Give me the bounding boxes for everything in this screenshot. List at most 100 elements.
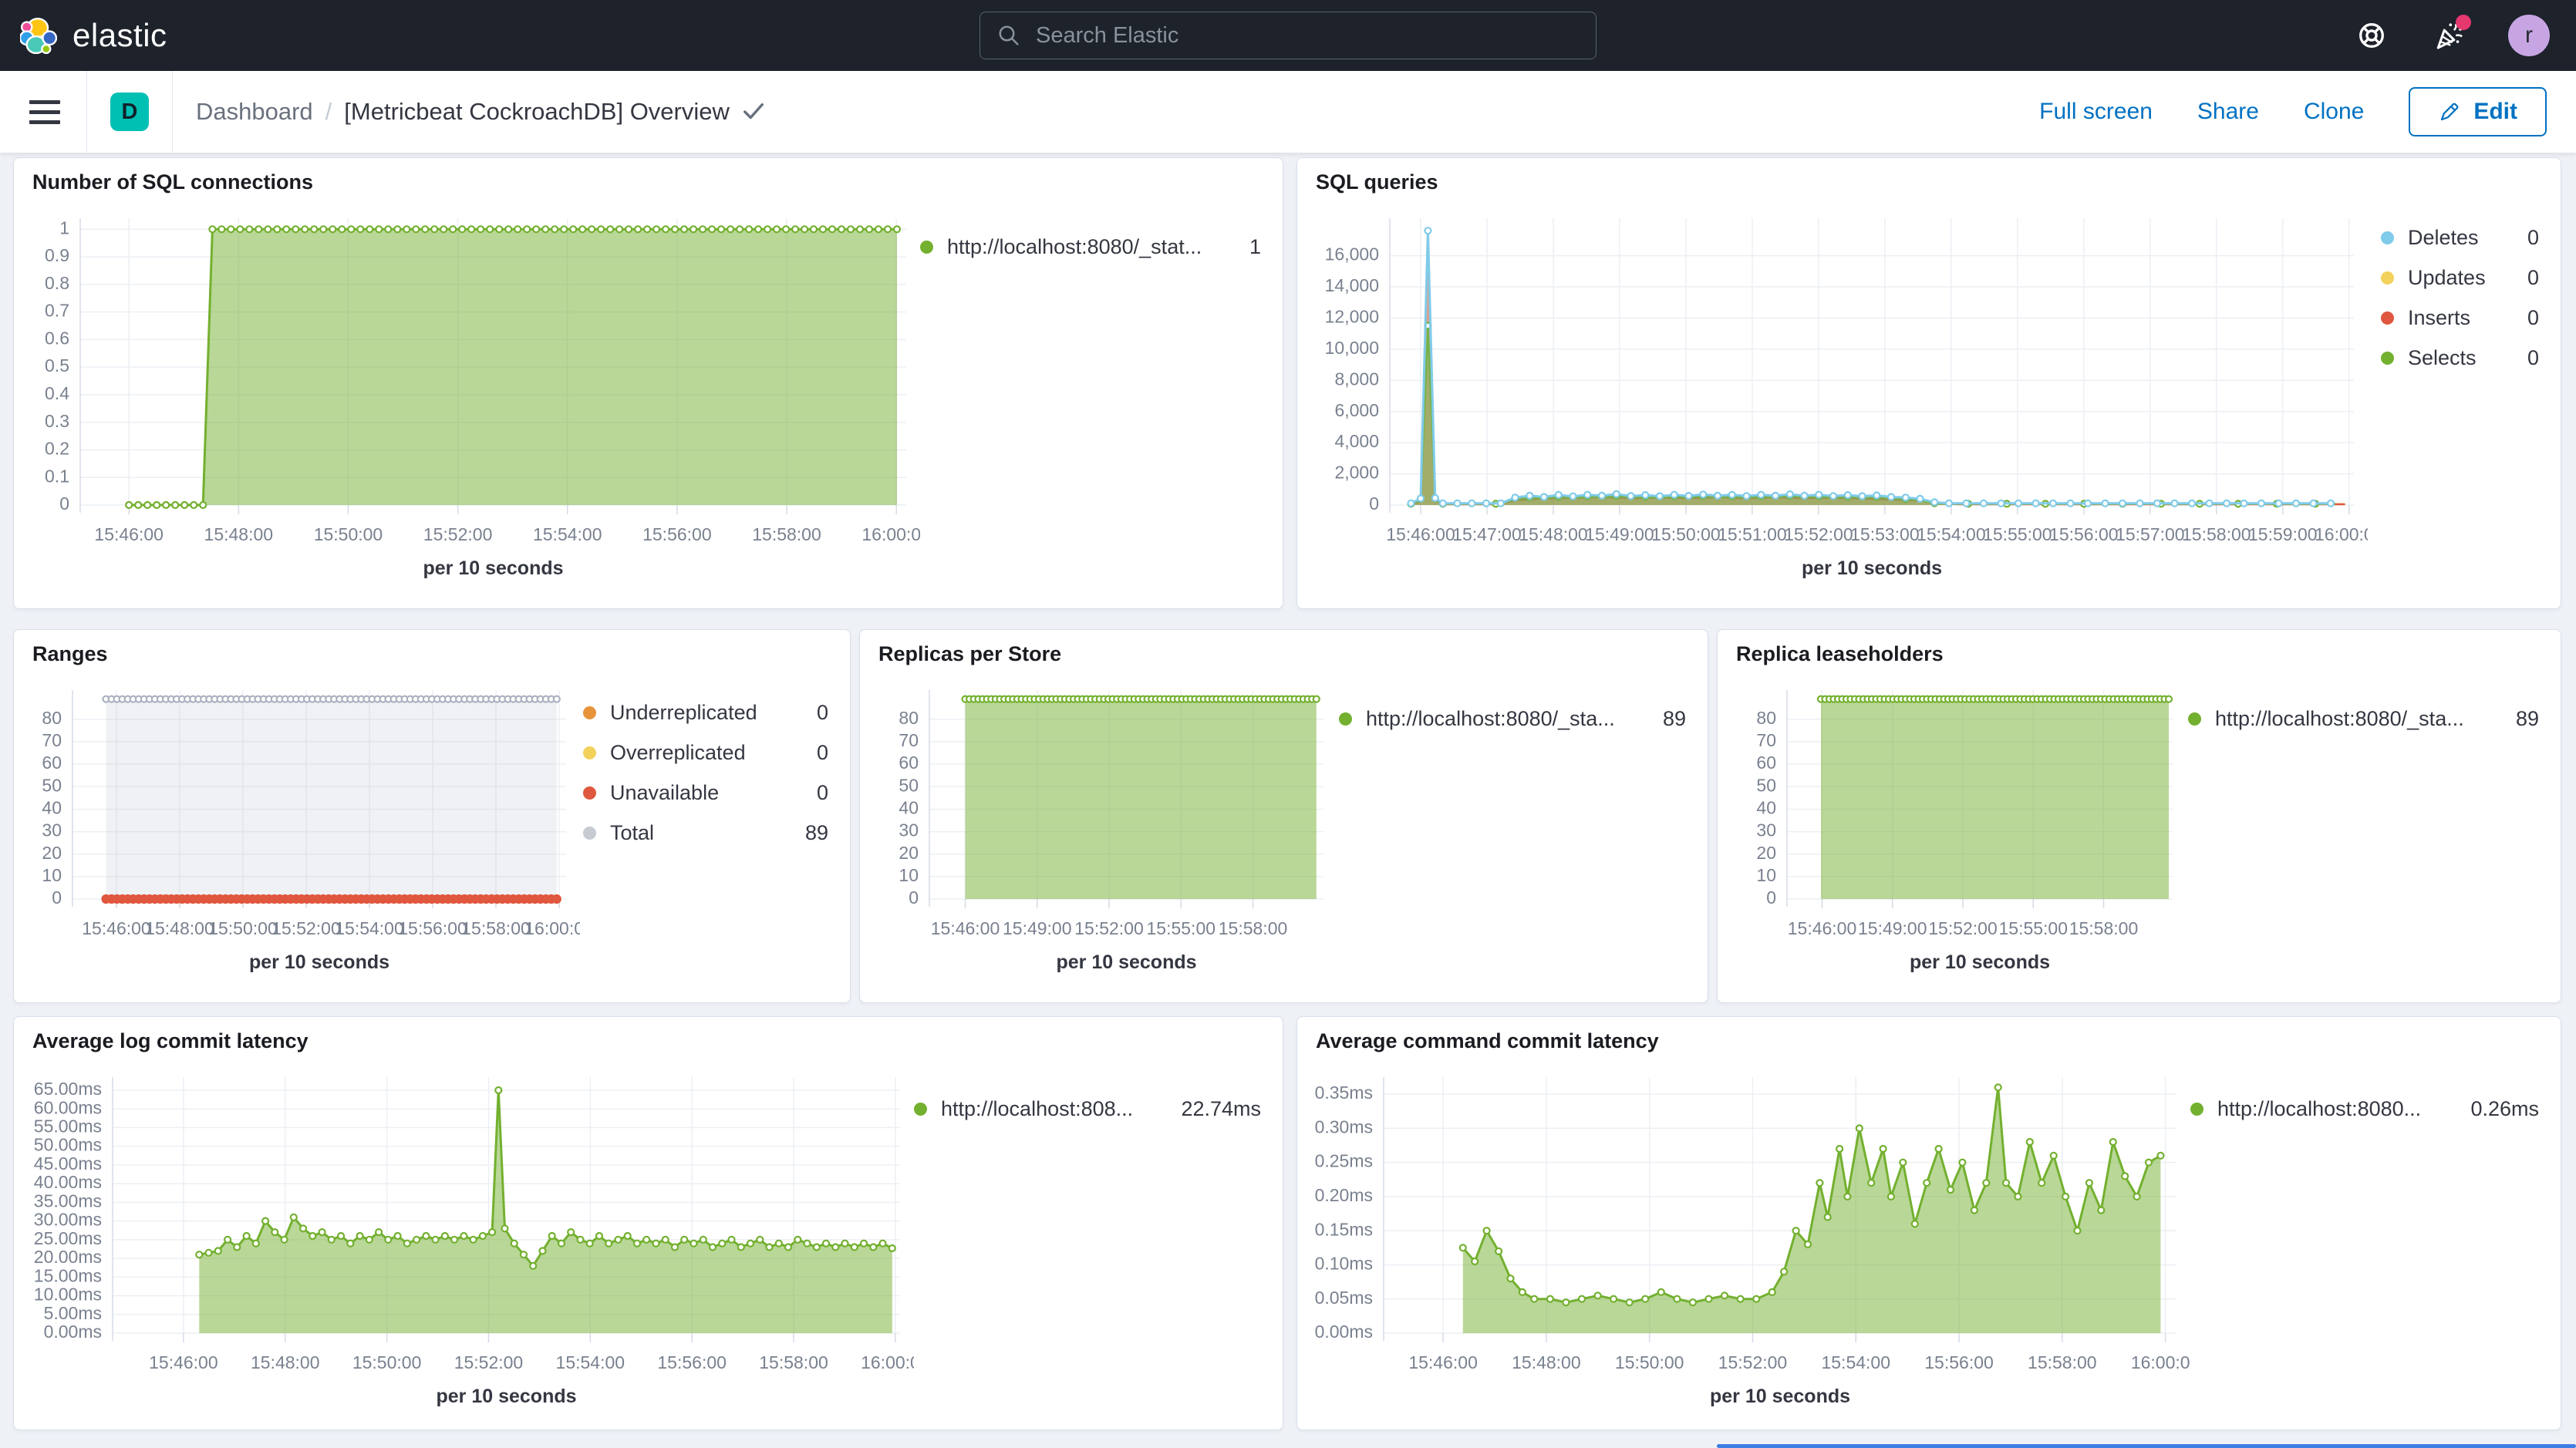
svg-text:15:52:00: 15:52:00 [423, 524, 493, 544]
svg-text:0.3: 0.3 [45, 411, 69, 431]
svg-text:30.00ms: 30.00ms [34, 1210, 102, 1230]
svg-text:15:58:00: 15:58:00 [752, 524, 821, 544]
svg-text:15:50:00: 15:50:00 [1615, 1352, 1684, 1372]
chart-sql-connections[interactable]: 00.10.20.30.40.50.60.70.80.9115:46:0015:… [20, 198, 920, 601]
legend-label: http://localhost:8080/_sta... [2215, 707, 2502, 731]
panel-title: Average command commit latency [1316, 1029, 1659, 1053]
svg-text:15:54:00: 15:54:00 [1917, 524, 1986, 544]
svg-text:40: 40 [42, 798, 62, 818]
svg-text:70: 70 [1756, 730, 1776, 750]
svg-text:50.00ms: 50.00ms [34, 1135, 102, 1155]
breadcrumb-dashboard[interactable]: Dashboard [196, 98, 313, 126]
svg-text:15:50:00: 15:50:00 [208, 918, 278, 938]
legend-value: 89 [805, 821, 828, 845]
svg-text:15:48:00: 15:48:00 [1519, 524, 1588, 544]
legend-value: 0 [817, 781, 828, 805]
svg-text:40: 40 [899, 798, 919, 818]
legend-item[interactable]: Underreplicated0 [583, 701, 828, 725]
legend-item[interactable]: http://localhost:8080/_sta... 89 [2188, 707, 2539, 731]
legend-label: Total [610, 821, 791, 845]
legend-item[interactable]: Selects0 [2381, 346, 2539, 370]
search-icon [997, 24, 1020, 47]
legend-label: Overreplicated [610, 741, 803, 765]
global-search[interactable] [979, 12, 1597, 59]
legend-swatch [2381, 311, 2394, 325]
svg-text:5.00ms: 5.00ms [44, 1303, 102, 1323]
svg-text:15:58:00: 15:58:00 [2069, 918, 2139, 938]
legend-item[interactable]: Updates 0 [2381, 266, 2539, 290]
chart-replicas-per-store[interactable]: 0102030405060708015:46:0015:49:0015:52:0… [866, 670, 1337, 995]
legend-item[interactable]: http://localhost:8080...0.26ms [2190, 1097, 2539, 1121]
svg-text:0.8: 0.8 [45, 273, 69, 293]
search-input[interactable] [1034, 22, 1579, 49]
svg-text:per 10 seconds: per 10 seconds [436, 1386, 576, 1407]
legend-item[interactable]: Deletes0 [2381, 226, 2539, 250]
newsfeed-button[interactable] [2431, 18, 2466, 53]
legend-item[interactable]: Unavailable0 [583, 781, 828, 805]
svg-text:per 10 seconds: per 10 seconds [1802, 557, 1942, 579]
legend-value: 0.26ms [2470, 1097, 2539, 1121]
help-button[interactable] [2354, 18, 2389, 53]
svg-text:15:48:00: 15:48:00 [1512, 1352, 1581, 1372]
legend-swatch [583, 786, 596, 800]
svg-text:70: 70 [899, 730, 919, 750]
legend-value: 0 [817, 741, 828, 765]
svg-text:per 10 seconds: per 10 seconds [1710, 1386, 1850, 1407]
svg-text:0.9: 0.9 [45, 245, 69, 265]
edit-button-label: Edit [2473, 99, 2517, 125]
legend-label: http://localhost:8080/_stat... [947, 235, 1236, 259]
chart-ranges[interactable]: 0102030405060708015:46:0015:48:0015:50:0… [20, 670, 580, 995]
chart-replica-leaseholders[interactable]: 0102030405060708015:46:0015:49:0015:52:0… [1724, 670, 2187, 995]
clone-button[interactable]: Clone [2304, 99, 2364, 125]
chart-svg: 00.10.20.30.40.50.60.70.80.9115:46:0015:… [20, 198, 920, 601]
legend-item[interactable]: Overreplicated 0 [583, 741, 828, 765]
legend-item[interactable]: http://localhost:8080/_stat...1 [920, 235, 1261, 259]
svg-text:14,000: 14,000 [1325, 275, 1379, 295]
svg-text:6,000: 6,000 [1334, 400, 1379, 420]
panel-title: Number of SQL connections [32, 170, 313, 194]
legend-item[interactable]: Total 89 [583, 821, 828, 845]
legend-label: Updates [2408, 266, 2514, 290]
svg-text:20: 20 [899, 843, 919, 863]
chart-command-commit-latency[interactable]: 0.00ms0.05ms0.10ms0.15ms0.20ms0.25ms0.30… [1303, 1057, 2190, 1422]
svg-text:15:58:00: 15:58:00 [759, 1352, 828, 1372]
svg-text:15:48:00: 15:48:00 [251, 1352, 320, 1372]
svg-text:15:55:00: 15:55:00 [1998, 918, 2068, 938]
legend-swatch [914, 1103, 927, 1116]
svg-text:15:58:00: 15:58:00 [1219, 918, 1288, 938]
svg-text:40.00ms: 40.00ms [34, 1172, 102, 1192]
svg-text:35.00ms: 35.00ms [34, 1190, 102, 1211]
svg-text:per 10 seconds: per 10 seconds [249, 951, 389, 973]
elastic-brand[interactable]: elastic [20, 0, 167, 71]
legend-value: 0 [2527, 266, 2539, 290]
menu-button[interactable] [29, 100, 60, 124]
share-button[interactable]: Share [2197, 99, 2259, 125]
chart-sql-queries[interactable]: 02,0004,0006,0008,00010,00012,00014,0001… [1303, 198, 2368, 601]
edit-button[interactable]: Edit [2409, 87, 2547, 136]
space-badge[interactable]: D [110, 93, 149, 131]
full-screen-button[interactable]: Full screen [2039, 99, 2153, 125]
chart-log-commit-latency[interactable]: 0.00ms5.00ms10.00ms15.00ms20.00ms25.00ms… [20, 1057, 914, 1422]
svg-text:0: 0 [909, 887, 919, 908]
legend-item[interactable]: http://localhost:808...22.74ms [914, 1097, 1261, 1121]
svg-text:15:54:00: 15:54:00 [556, 1352, 625, 1372]
svg-text:0.00ms: 0.00ms [44, 1322, 102, 1342]
svg-text:15:50:00: 15:50:00 [314, 524, 383, 544]
svg-text:10: 10 [42, 865, 62, 885]
svg-text:80: 80 [899, 708, 919, 728]
legend-value: 89 [2516, 707, 2539, 731]
legend-item[interactable]: http://localhost:8080/_sta...89 [1339, 707, 1686, 731]
svg-text:15:46:00: 15:46:00 [94, 524, 164, 544]
dashboard-menu-check-icon[interactable] [742, 100, 765, 123]
horizontal-scrollbar-thumb[interactable] [1717, 1444, 2576, 1448]
svg-text:30: 30 [899, 820, 919, 840]
svg-text:50: 50 [899, 775, 919, 795]
top-bar: elastic [0, 0, 2576, 71]
svg-text:1: 1 [59, 217, 69, 237]
svg-text:0.30ms: 0.30ms [1315, 1116, 1373, 1137]
svg-text:0.1: 0.1 [45, 466, 69, 486]
chart-svg: 02,0004,0006,0008,00010,00012,00014,0001… [1303, 198, 2368, 601]
legend-item[interactable]: Inserts0 [2381, 306, 2539, 330]
avatar[interactable]: r [2508, 15, 2550, 56]
chart-svg: 0102030405060708015:46:0015:49:0015:52:0… [866, 670, 1337, 995]
